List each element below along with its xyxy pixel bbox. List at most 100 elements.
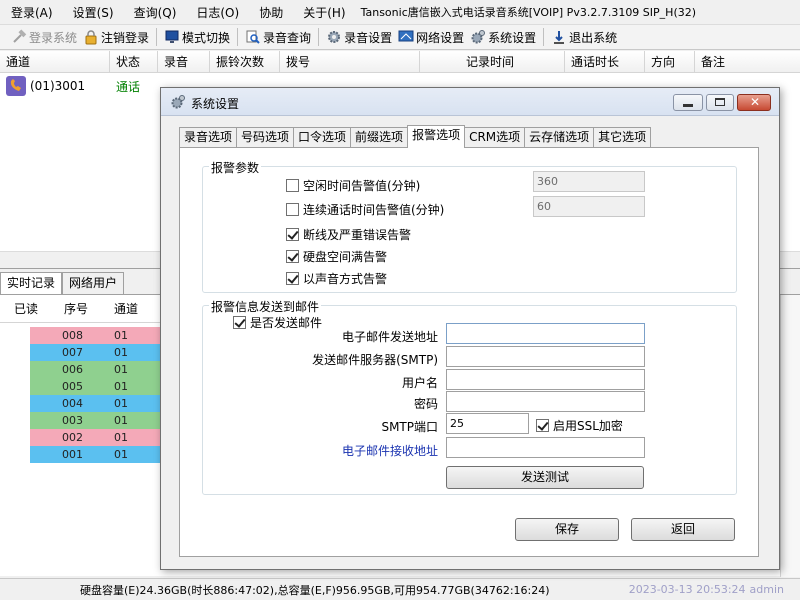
idle-alarm-input[interactable]: 360: [533, 171, 645, 192]
table-row[interactable]: 007 01: [30, 344, 162, 361]
menu-login[interactable]: 登录(A): [0, 4, 62, 21]
toolbar-separator: [237, 28, 239, 46]
col-channel[interactable]: 通道: [0, 51, 110, 72]
send-test-button[interactable]: 发送测试: [446, 466, 644, 489]
tab-number-options[interactable]: 号码选项: [236, 127, 295, 147]
col-ring-count[interactable]: 振铃次数: [210, 51, 280, 72]
logout-button[interactable]: 注销登录: [80, 26, 152, 48]
back-button[interactable]: 返回: [631, 518, 735, 541]
col-read[interactable]: 已读: [0, 300, 50, 317]
record-channel: 01: [114, 448, 128, 461]
tab-alarm-options[interactable]: 报警选项: [407, 125, 466, 148]
menu-about[interactable]: 关于(H): [292, 4, 354, 21]
table-row[interactable]: 001 01: [30, 446, 162, 463]
tab-cloud-storage-options[interactable]: 云存储选项: [524, 127, 595, 147]
table-row[interactable]: 008 01: [30, 327, 162, 344]
continuous-alarm-checkbox[interactable]: 连续通话时间告警值(分钟): [286, 201, 444, 218]
table-row[interactable]: 002 01: [30, 429, 162, 446]
col-note[interactable]: 备注: [695, 51, 800, 72]
checkbox-box[interactable]: [286, 272, 299, 285]
col-direction[interactable]: 方向: [645, 51, 695, 72]
record-seq: 006: [62, 363, 83, 376]
mode-switch-button[interactable]: 模式切换: [161, 26, 233, 48]
toolbar-separator: [156, 28, 158, 46]
record-seq: 004: [62, 397, 83, 410]
checkbox-box[interactable]: [286, 228, 299, 241]
col-status[interactable]: 状态: [110, 51, 158, 72]
table-row[interactable]: 006 01: [30, 361, 162, 378]
channel-status: 通话: [116, 79, 141, 94]
receiver-address-input[interactable]: [446, 437, 645, 458]
maximize-icon: [715, 98, 725, 106]
channel-name: (01)3001: [30, 79, 86, 93]
tab-record-options[interactable]: 录音选项: [179, 127, 238, 147]
network-settings-button[interactable]: 网络设置: [395, 26, 467, 48]
record-settings-button[interactable]: 录音设置: [323, 26, 395, 48]
smtp-port-input[interactable]: 25: [446, 413, 529, 434]
network-icon: [398, 29, 414, 45]
system-settings-dialog: 系统设置 ✕ 录音选项 号码选项 口令选项 前缀选项 报警选项 CRM选项 云存…: [160, 87, 780, 570]
line-break-alarm-checkbox[interactable]: 断线及严重错误告警: [286, 226, 411, 243]
disk-full-alarm-checkbox[interactable]: 硬盘空间满告警: [286, 248, 387, 265]
tab-password-options[interactable]: 口令选项: [293, 127, 352, 147]
menu-bar: 登录(A) 设置(S) 查询(Q) 日志(O) 协助 关于(H) Tansoni…: [0, 0, 800, 24]
username-input[interactable]: [446, 369, 645, 390]
sound-alarm-checkbox[interactable]: 以声音方式告警: [286, 270, 387, 287]
tab-crm-options[interactable]: CRM选项: [464, 127, 526, 147]
table-row[interactable]: 003 01: [30, 412, 162, 429]
menu-log[interactable]: 日志(O): [185, 4, 248, 21]
dialog-title: 系统设置: [191, 97, 240, 111]
menu-help[interactable]: 协助: [248, 4, 292, 21]
tab-other-options[interactable]: 其它选项: [593, 127, 652, 147]
system-settings-button[interactable]: 系统设置: [467, 26, 539, 48]
minimize-button[interactable]: [673, 94, 703, 111]
col-seq[interactable]: 序号: [50, 300, 102, 317]
dialog-tabs: 录音选项 号码选项 口令选项 前缀选项 报警选项 CRM选项 云存储选项 其它选…: [179, 125, 652, 148]
checkbox-box[interactable]: [286, 179, 299, 192]
gear-icon: [470, 29, 486, 45]
ssl-checkbox[interactable]: 启用SSL加密: [536, 417, 623, 434]
maximize-button[interactable]: [706, 94, 734, 111]
save-button[interactable]: 保存: [515, 518, 619, 541]
sender-address-input[interactable]: [446, 323, 645, 344]
table-row[interactable]: 005 01: [30, 378, 162, 395]
record-channel: 01: [114, 329, 128, 342]
record-query-button[interactable]: 录音查询: [242, 26, 314, 48]
login-button[interactable]: 登录系统: [8, 26, 80, 48]
vertical-scrollbar[interactable]: [780, 295, 800, 577]
minimize-icon: [683, 104, 693, 107]
tab-network-users[interactable]: 网络用户: [62, 272, 125, 294]
search-icon: [245, 29, 261, 45]
col-record-time[interactable]: 记录时间: [420, 51, 565, 72]
col-record[interactable]: 录音: [158, 51, 210, 72]
col-channel[interactable]: 通道: [102, 300, 162, 317]
table-row[interactable]: 004 01: [30, 395, 162, 412]
record-channel: 01: [114, 414, 128, 427]
continuous-alarm-input[interactable]: 60: [533, 196, 645, 217]
bottom-tabs: 实时记录 网络用户: [0, 272, 125, 295]
close-button[interactable]: ✕: [737, 94, 771, 111]
record-seq: 001: [62, 448, 83, 461]
checkbox-box[interactable]: [286, 203, 299, 216]
col-dial[interactable]: 拨号: [280, 51, 420, 72]
smtp-server-label: 发送邮件服务器(SMTP): [312, 353, 438, 367]
dialog-titlebar[interactable]: 系统设置 ✕: [161, 88, 779, 116]
record-seq: 002: [62, 431, 83, 444]
receiver-address-label: 电子邮件接收地址: [341, 444, 438, 458]
idle-alarm-checkbox[interactable]: 空闲时间告警值(分钟): [286, 177, 420, 194]
menu-query[interactable]: 查询(Q): [123, 4, 186, 21]
alarm-params-group: 报警参数: [202, 159, 737, 293]
smtp-server-input[interactable]: [446, 346, 645, 367]
checkbox-box[interactable]: [286, 250, 299, 263]
lock-icon: [83, 29, 99, 45]
tab-prefix-options[interactable]: 前缀选项: [350, 127, 409, 147]
checkbox-box[interactable]: [536, 419, 549, 432]
tab-realtime-records[interactable]: 实时记录: [0, 272, 63, 295]
col-duration[interactable]: 通话时长: [565, 51, 645, 72]
menu-settings[interactable]: 设置(S): [62, 4, 123, 21]
checkbox-box[interactable]: [233, 316, 246, 329]
exit-button[interactable]: 退出系统: [548, 26, 620, 48]
password-input[interactable]: [446, 391, 645, 412]
status-user: admin: [749, 583, 784, 596]
toolbar: 登录系统 注销登录 模式切换 录音查询 录音设置 网络设置 系统设置 退出系统: [0, 24, 800, 50]
